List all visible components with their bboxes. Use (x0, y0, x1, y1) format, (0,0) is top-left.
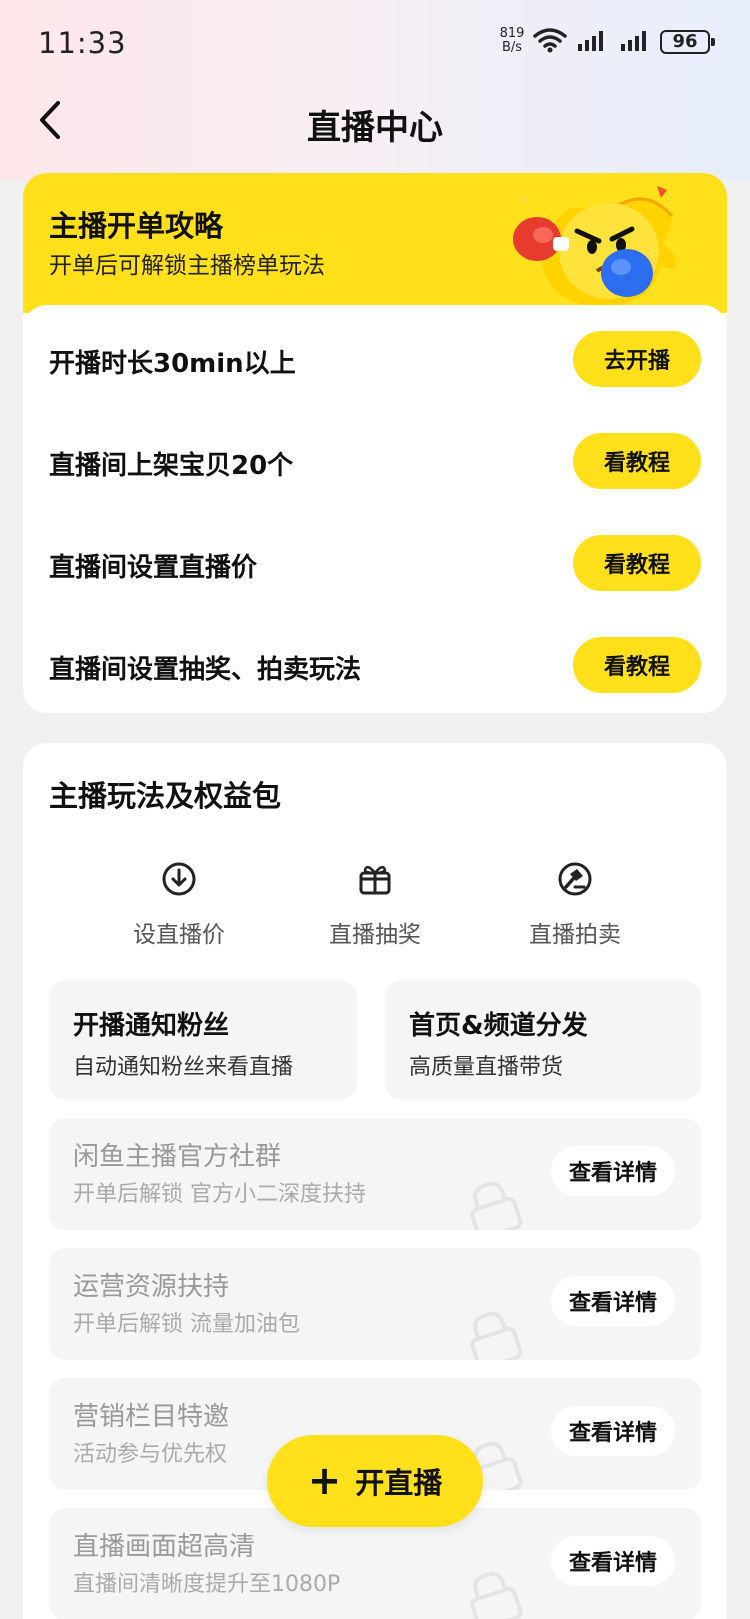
task-row: 直播间设置直播价 看教程 (23, 521, 727, 621)
locked-benefit-subtitle: 活动参与优先权 (73, 1442, 228, 1467)
task-label: 直播间上架宝贝20个 (49, 451, 294, 481)
network-speed-unit: B/s (501, 40, 523, 55)
lock-icon (461, 1310, 525, 1360)
status-time: 11:33 (38, 26, 127, 60)
gift-icon (275, 861, 475, 901)
task-label: 直播间设置直播价 (49, 553, 258, 583)
locked-benefit-title: 直播画面超高清 (73, 1532, 256, 1562)
tool-label: 设直播价 (133, 922, 225, 948)
download-circle-icon (79, 861, 279, 901)
benefits-card-title: 主播玩法及权益包 (49, 779, 282, 813)
tutorial-button[interactable]: 看教程 (573, 433, 701, 489)
task-row: 直播间设置抽奖、拍卖玩法 看教程 (23, 623, 727, 713)
tool-live-auction[interactable]: 直播拍卖 (475, 861, 675, 949)
signal-strength-icon (620, 28, 652, 56)
start-live-fab[interactable]: + 开直播 (267, 1435, 483, 1527)
perk-notify-fans[interactable]: 开播通知粉丝 自动通知粉丝来看直播 (49, 981, 357, 1099)
locked-benefit-title: 运营资源扶持 (73, 1272, 230, 1302)
tool-set-live-price[interactable]: 设直播价 (79, 861, 279, 949)
perk-subtitle: 高质量直播带货 (409, 1055, 564, 1080)
view-details-button[interactable]: 查看详情 (551, 1146, 675, 1196)
status-bar: 11:33 819 B/s 96 (0, 0, 750, 86)
strategy-task-list: 开播时长30min以上 去开播 直播间上架宝贝20个 看教程 直播间设置直播价 … (23, 305, 727, 713)
strategy-card-subtitle: 开单后可解锁主播榜单玩法 (49, 253, 325, 279)
locked-benefit-subtitle: 开单后解锁 流量加油包 (73, 1312, 300, 1337)
lock-icon (461, 1180, 525, 1230)
wifi-icon (533, 27, 567, 57)
tool-label: 直播拍卖 (529, 922, 621, 948)
task-label: 直播间设置抽奖、拍卖玩法 (49, 655, 362, 685)
boxing-mascot-icon (497, 181, 687, 310)
view-details-button[interactable]: 查看详情 (551, 1406, 675, 1456)
page-title: 直播中心 (307, 108, 443, 148)
perk-title: 首页&频道分发 (409, 1011, 588, 1041)
gavel-icon (475, 861, 675, 901)
network-speed: 819 B/s (498, 27, 526, 55)
tutorial-button[interactable]: 看教程 (573, 637, 701, 693)
task-row: 开播时长30min以上 去开播 (23, 317, 727, 417)
locked-benefit-subtitle: 开单后解锁 官方小二深度扶持 (73, 1182, 366, 1207)
strategy-card-title: 主播开单攻略 (49, 209, 224, 243)
start-live-task-button[interactable]: 去开播 (573, 331, 701, 387)
task-label: 开播时长30min以上 (49, 349, 296, 379)
locked-benefit-row: 运营资源扶持 开单后解锁 流量加油包 查看详情 (49, 1248, 701, 1360)
perk-title: 开播通知粉丝 (73, 1011, 230, 1041)
network-speed-value: 819 (499, 26, 525, 41)
strategy-card-header: 主播开单攻略 开单后可解锁主播榜单玩法 (23, 173, 727, 313)
locked-benefit-subtitle: 直播间清晰度提升至1080P (73, 1572, 341, 1597)
locked-benefit-title: 闲鱼主播官方社群 (73, 1142, 282, 1172)
start-live-label: 开直播 (355, 1466, 443, 1500)
perk-subtitle: 自动通知粉丝来看直播 (73, 1055, 294, 1080)
task-row: 直播间上架宝贝20个 看教程 (23, 419, 727, 519)
view-details-button[interactable]: 查看详情 (551, 1536, 675, 1586)
tool-label: 直播抽奖 (329, 922, 421, 948)
battery-level: 96 (672, 31, 698, 52)
plus-icon: + (307, 1458, 342, 1504)
lock-icon (461, 1570, 525, 1619)
strategy-card: 主播开单攻略 开单后可解锁主播榜单玩法 开播时长30min以上 去开播 直播间上… (23, 173, 727, 713)
perk-home-channel-distribution[interactable]: 首页&频道分发 高质量直播带货 (385, 981, 701, 1099)
locked-benefit-title: 营销栏目特邀 (73, 1402, 230, 1432)
tutorial-button[interactable]: 看教程 (573, 535, 701, 591)
battery-indicator: 96 (660, 30, 715, 54)
tool-live-lottery[interactable]: 直播抽奖 (275, 861, 475, 949)
locked-benefit-row: 闲鱼主播官方社群 开单后解锁 官方小二深度扶持 查看详情 (49, 1118, 701, 1230)
view-details-button[interactable]: 查看详情 (551, 1276, 675, 1326)
signal-strength-icon (577, 28, 609, 56)
